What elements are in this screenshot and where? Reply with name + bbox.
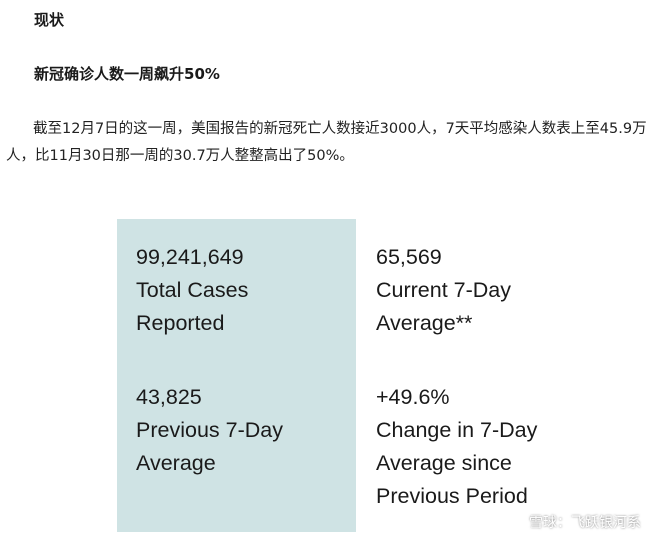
stat-previous-7day-average: 43,825 Previous 7-Day Average xyxy=(136,381,283,480)
stat-label: Previous 7-Day Average xyxy=(136,418,283,475)
article-paragraph: 截至12月7日的这一周，美国报告的新冠死亡人数接近3000人，7天平均感染人数表… xyxy=(6,121,647,164)
stat-value: 65,569 xyxy=(376,245,442,269)
snowball-logo-icon xyxy=(507,514,525,530)
article-subtitle: 新冠确诊人数一周飙升50% xyxy=(34,65,220,83)
watermark: 雪球：飞跃银河系 xyxy=(507,512,641,532)
stat-current-7day-average: 65,569 Current 7-Day Average** xyxy=(376,241,511,340)
stat-label: Change in 7-Day Average since Previous P… xyxy=(376,418,538,508)
stat-value: 43,825 xyxy=(136,385,202,409)
watermark-text: 雪球：飞跃银河系 xyxy=(529,515,641,531)
section-title: 现状 xyxy=(34,11,65,29)
stat-value: 99,241,649 xyxy=(136,245,244,269)
stat-label: Total Cases Reported xyxy=(136,278,249,335)
stat-total-cases: 99,241,649 Total Cases Reported xyxy=(136,241,248,340)
stat-label: Current 7-Day Average** xyxy=(376,278,512,335)
stat-change-percent: +49.6% Change in 7-Day Average since Pre… xyxy=(376,381,537,513)
stat-value: +49.6% xyxy=(376,385,450,409)
